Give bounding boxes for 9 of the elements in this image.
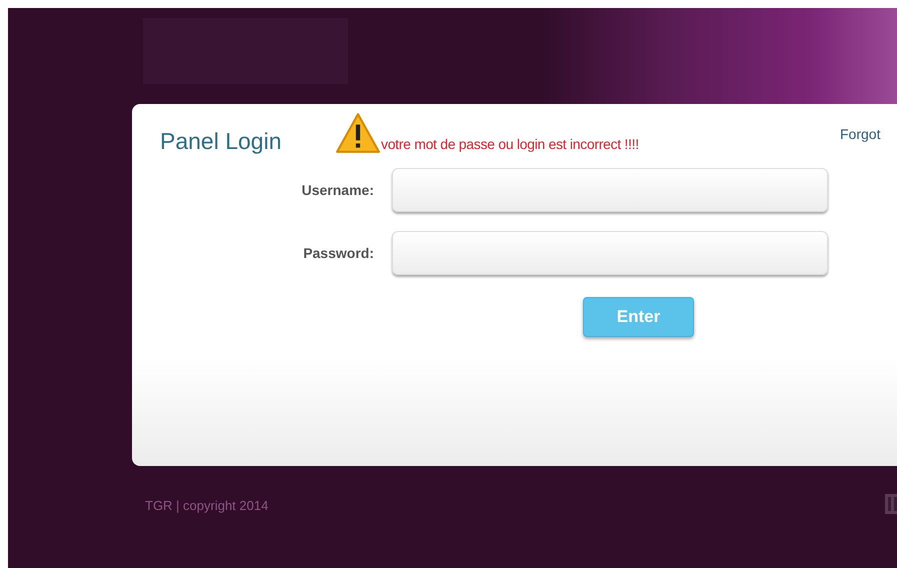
field-label: Password: <box>302 245 375 261</box>
input-field[interactable] <box>392 168 828 212</box>
forgot-link[interactable]: Forgot <box>840 126 880 142</box>
error-message: votre mot de passe ou login est incorrect !!!! <box>381 136 639 152</box>
copyright-text: TGR | copyright 2014 <box>145 498 268 512</box>
panel-title: Panel Login <box>160 128 282 155</box>
input-field[interactable] <box>392 231 828 275</box>
warning-icon <box>335 112 381 154</box>
field-label: Username: <box>300 182 375 198</box>
